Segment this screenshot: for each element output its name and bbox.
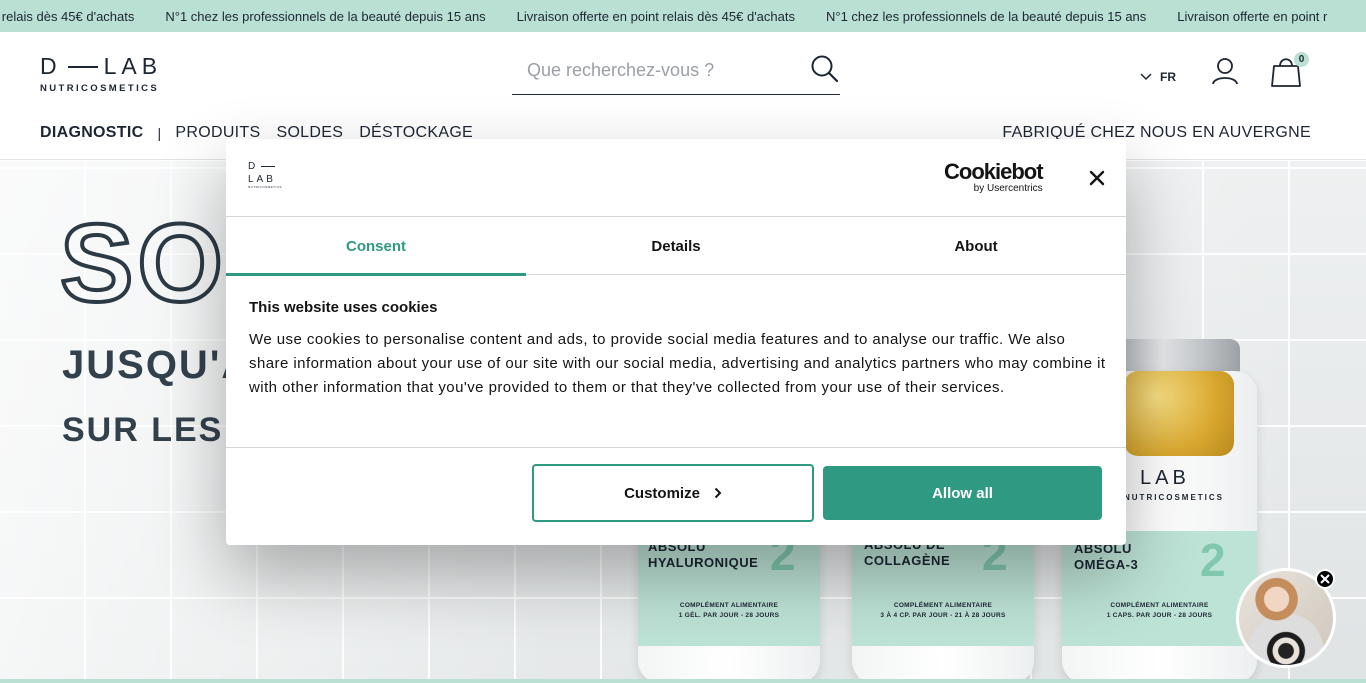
jar-label: ABSOLU HYALURONIQUE 2 COMPLÉMENT ALIMENT… xyxy=(638,528,820,646)
search-bar xyxy=(512,50,840,95)
jar-label: ABSOLU OMÉGA-3 2 COMPLÉMENT ALIMENTAIRE … xyxy=(1062,531,1257,646)
chevron-down-icon xyxy=(1140,73,1152,81)
dialog-body: This website uses cookies We use cookies… xyxy=(249,299,1109,400)
hero-headline: SO xyxy=(58,202,227,325)
promo-message: point relais dès 45€ d'achats xyxy=(0,8,135,24)
nav-diagnostic[interactable]: DIAGNOSTIC xyxy=(40,124,143,142)
cookiebot-brand[interactable]: Cookiebot by Usercentrics xyxy=(944,159,1044,195)
jar-logo-sub: NUTRICOSMETICS xyxy=(1124,493,1224,502)
jar-product-name: ABSOLU OMÉGA-3 xyxy=(1074,541,1139,572)
allow-all-button[interactable]: Allow all xyxy=(823,466,1102,520)
tab-about[interactable]: About xyxy=(826,217,1126,275)
dialog-logo-lab: LAB xyxy=(248,174,276,185)
promo-message: N°1 chez les professionnels de la beauté… xyxy=(165,8,486,24)
chevron-right-icon xyxy=(714,487,722,499)
hero-subline-1: JUSQU'À xyxy=(62,343,253,387)
cart-count-badge: 0 xyxy=(1294,52,1309,67)
dialog-header: D LAB NUTRICOSMETICS Cookiebot by Userce… xyxy=(226,139,1126,217)
logo-tagline: NUTRICOSMETICS xyxy=(40,83,160,94)
hero-subline-2: SUR LES xyxy=(62,411,224,449)
dialog-logo-row: D xyxy=(248,161,284,172)
customize-label: Customize xyxy=(624,484,700,502)
promo-track: point relais dès 45€ d'achats N°1 chez l… xyxy=(0,0,1327,32)
dialog-footer: Customize Allow all xyxy=(226,447,1126,545)
jar-label: ABSOLU DE COLLAGÈNE 2 COMPLÉMENT ALIMENT… xyxy=(852,528,1034,646)
jar-product-text: COMPLÉMENT ALIMENTAIRE 3 À 4 CP. PAR JOU… xyxy=(880,602,1006,619)
logo-dash xyxy=(67,65,98,68)
promo-bar: point relais dès 45€ d'achats N°1 chez l… xyxy=(0,0,1366,32)
jar-product-text: COMPLÉMENT ALIMENTAIRE 1 GÉL. PAR JOUR -… xyxy=(678,602,780,619)
logo-wordmark: D LAB xyxy=(40,53,175,80)
jar-logo: LAB xyxy=(1140,467,1190,489)
hero-bottom-strip xyxy=(0,679,1366,683)
cookie-consent-dialog: D LAB NUTRICOSMETICS Cookiebot by Userce… xyxy=(226,139,1126,545)
tab-details[interactable]: Details xyxy=(526,217,826,275)
site-logo[interactable]: D LAB NUTRICOSMETICS xyxy=(40,53,175,95)
language-selector[interactable]: FR xyxy=(1140,70,1176,84)
dialog-tabs: Consent Details About xyxy=(226,217,1126,276)
video-bubble-close-button[interactable] xyxy=(1315,569,1335,589)
language-label: FR xyxy=(1160,70,1176,84)
cookiebot-sub: by Usercentrics xyxy=(973,183,1043,194)
capsules xyxy=(1124,371,1234,456)
user-icon[interactable] xyxy=(1210,56,1240,86)
dialog-logo-sub: NUTRICOSMETICS xyxy=(248,185,282,189)
customize-button[interactable]: Customize xyxy=(532,464,814,522)
cookiebot-name: Cookiebot xyxy=(944,159,1044,184)
jar-product-text: COMPLÉMENT ALIMENTAIRE 1 CAPS. PAR JOUR … xyxy=(1106,602,1213,619)
close-icon[interactable] xyxy=(1086,167,1108,189)
tab-consent[interactable]: Consent xyxy=(226,217,526,276)
jar-number: 2 xyxy=(1200,534,1226,586)
dialog-site-logo: D LAB NUTRICOSMETICS xyxy=(248,161,284,195)
cart-button[interactable]: 0 xyxy=(1270,52,1309,88)
dialog-logo-d: D xyxy=(248,161,258,172)
dialog-description: We use cookies to personalise content an… xyxy=(249,331,1106,396)
search-icon[interactable] xyxy=(810,54,840,84)
logo-letters-lab: LAB xyxy=(103,53,163,79)
dialog-title: This website uses cookies xyxy=(249,299,438,316)
promo-message: N°1 chez les professionnels de la beauté… xyxy=(825,8,1147,24)
promo-message: Livraison offerte en point r xyxy=(1177,8,1328,24)
nav-separator: | xyxy=(157,125,162,141)
search-input[interactable] xyxy=(527,55,797,85)
logo-letter-d: D xyxy=(40,53,62,79)
promo-message: Livraison offerte en point relais dès 45… xyxy=(516,8,795,24)
close-icon xyxy=(1320,574,1330,584)
